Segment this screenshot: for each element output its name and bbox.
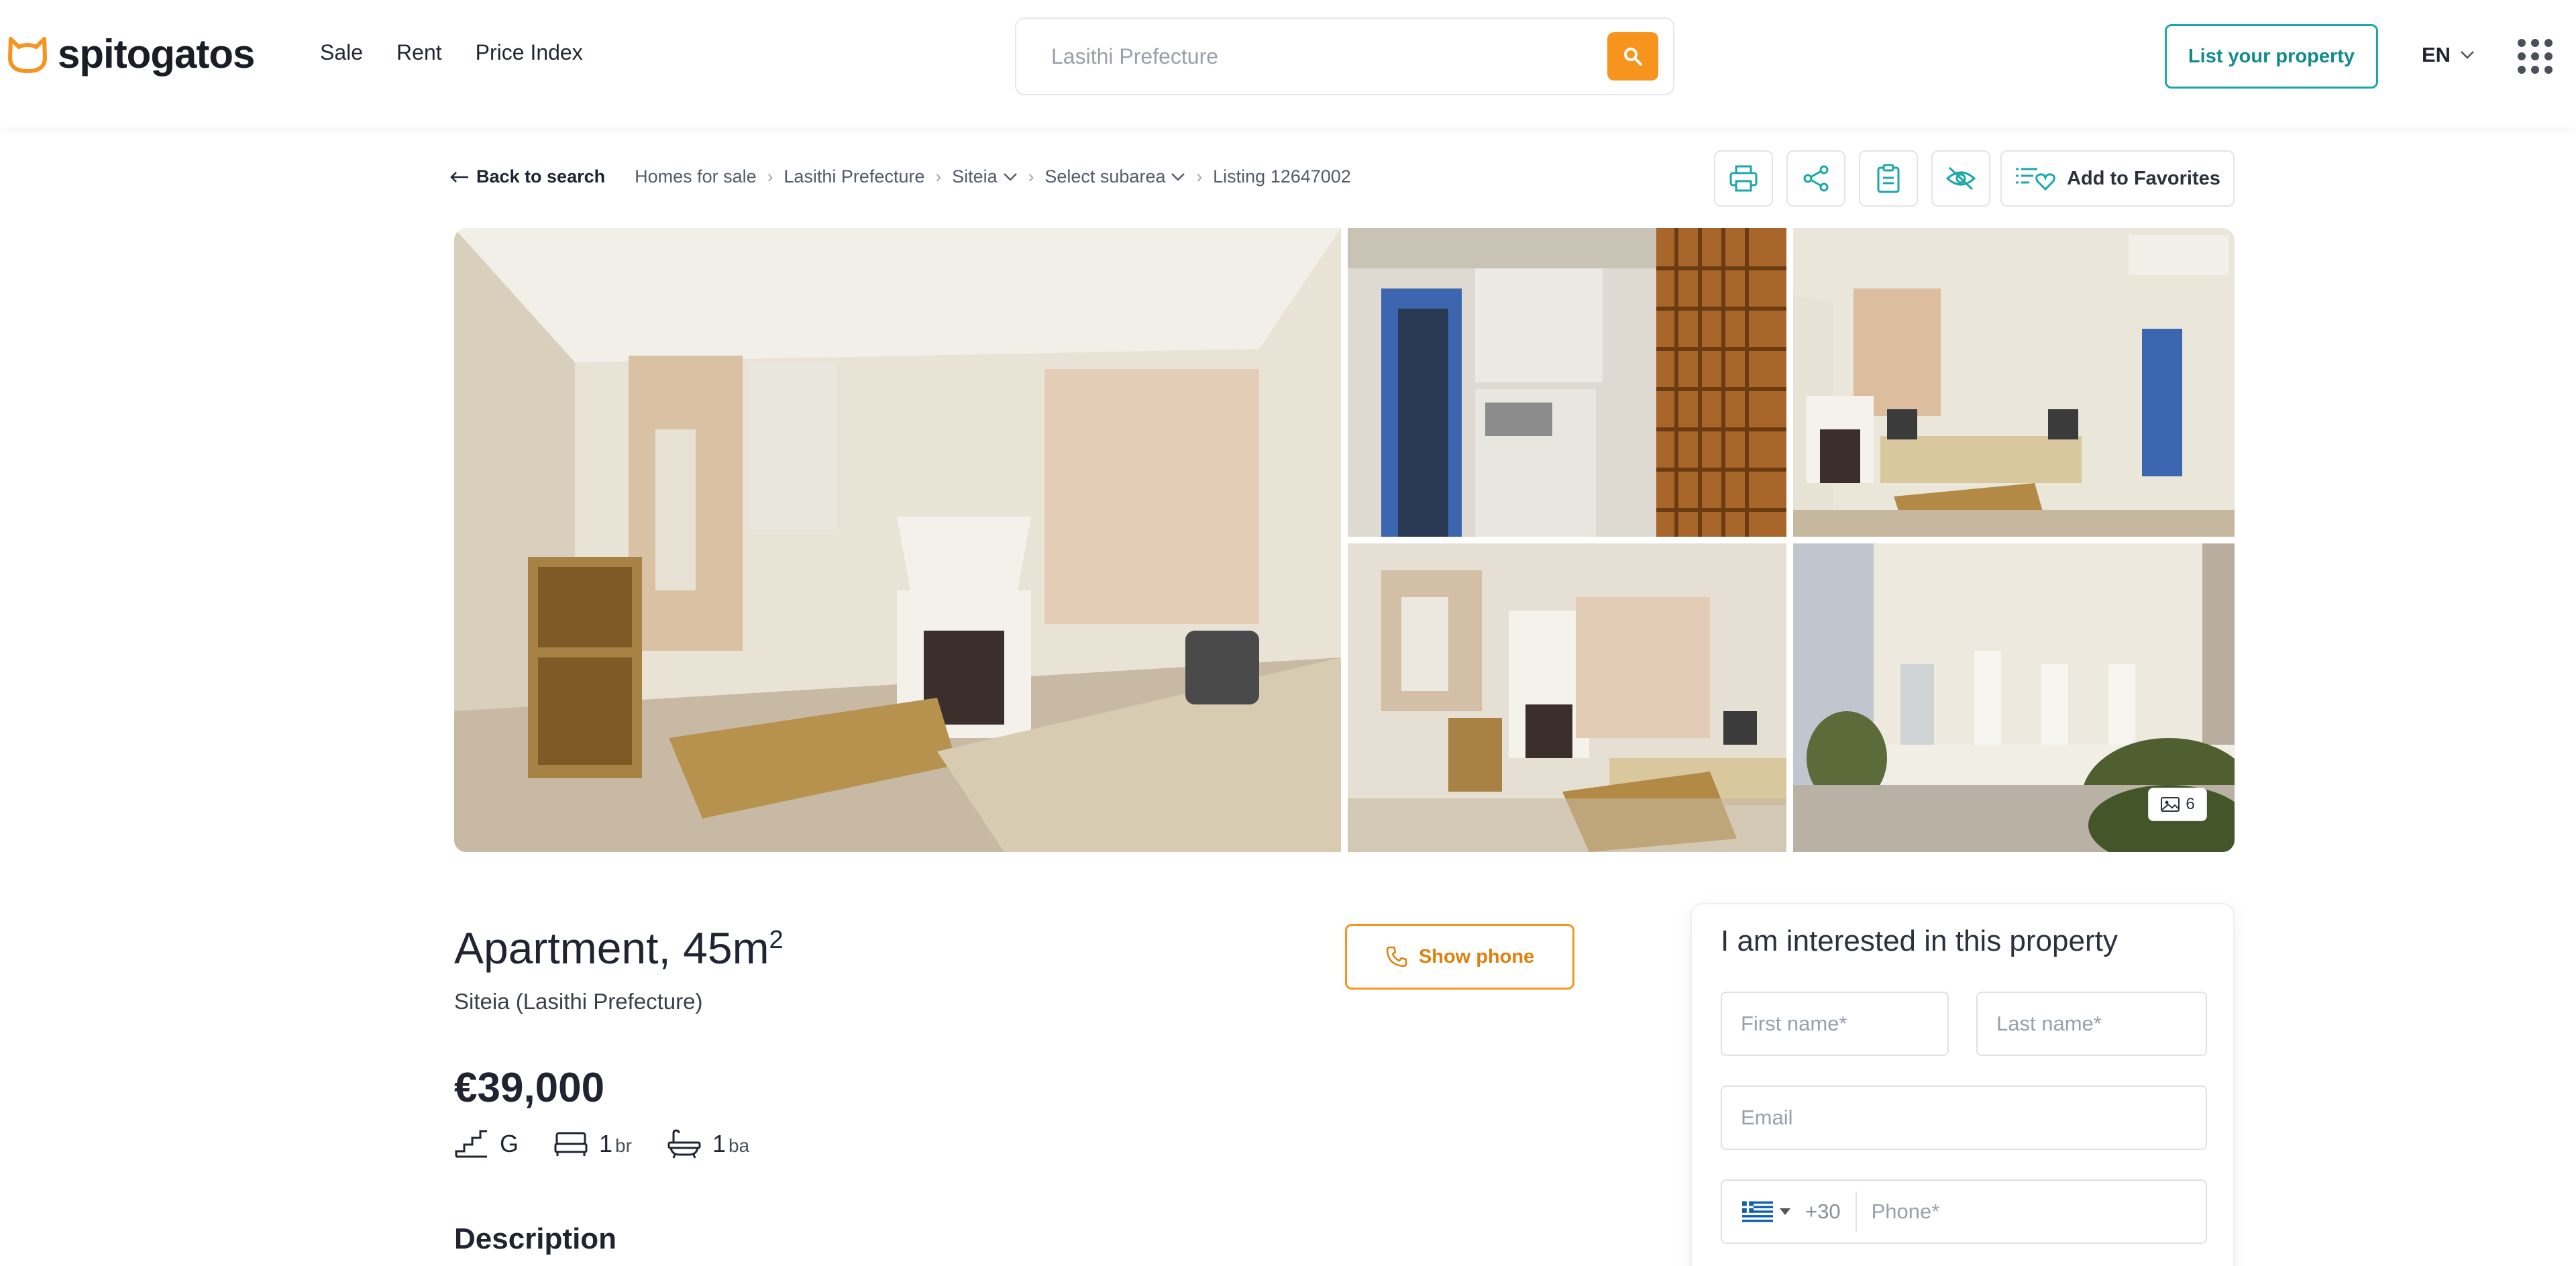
bathrooms-unit: ba [728, 1135, 750, 1156]
language-selector[interactable]: EN [2422, 43, 2475, 67]
country-code: +30 [1805, 1192, 1857, 1232]
hide-listing-button[interactable] [1931, 150, 1990, 207]
description-heading: Description [454, 1222, 617, 1255]
brand-name: spitogatos [58, 32, 255, 76]
back-to-search-link[interactable]: Back to search [449, 166, 605, 187]
bathrooms-value: 1 [712, 1130, 726, 1157]
breadcrumb-listing: Listing 12647002 [1213, 166, 1351, 187]
logo[interactable]: spitogatos [7, 31, 255, 77]
listing-location: Siteia (Lasithi Prefecture) [454, 989, 703, 1014]
listing-title: Apartment, 45m2 [454, 922, 784, 973]
listing-price: €39,000 [454, 1065, 605, 1111]
image-icon [2161, 797, 2180, 812]
breadcrumb-subarea-label: Select subarea [1044, 166, 1166, 187]
nav-price-index[interactable]: Price Index [476, 40, 583, 65]
chevron-down-icon [1171, 172, 1185, 181]
language-label: EN [2422, 43, 2451, 66]
notes-button[interactable] [1859, 150, 1918, 207]
listing-tools [1714, 150, 1990, 207]
bathtub-icon [667, 1129, 701, 1159]
show-phone-label: Show phone [1418, 945, 1535, 967]
chevron-down-icon [2461, 51, 2474, 59]
search-icon [1624, 48, 1642, 66]
phone-icon [1386, 946, 1407, 967]
chevron-right-icon: › [767, 166, 773, 187]
eye-off-icon [1945, 166, 1976, 191]
caret-down-icon[interactable] [1780, 1208, 1790, 1215]
add-to-favorites-button[interactable]: Add to Favorites [2000, 150, 2235, 207]
favorites-label: Add to Favorites [2067, 167, 2220, 189]
breadcrumb-siteia-label: Siteia [952, 166, 998, 187]
photo-count: 6 [2186, 795, 2195, 813]
first-name-field[interactable]: First name* [1721, 992, 1949, 1056]
list-heart-icon [2016, 168, 2055, 191]
floor-value: G [500, 1130, 519, 1157]
site-header: spitogatos Sale Rent Price Index Lasithi… [0, 0, 2576, 127]
breadcrumb-siteia[interactable]: Siteia [952, 166, 1018, 187]
share-icon [1803, 165, 1829, 192]
breadcrumb-homes-for-sale[interactable]: Homes for sale [635, 166, 757, 187]
contact-heading: I am interested in this property [1721, 925, 2118, 957]
kitchen-image [1348, 228, 1786, 537]
breadcrumb: Back to search Homes for sale › Lasithi … [449, 166, 1351, 187]
nav-rent[interactable]: Rent [396, 40, 442, 65]
chevron-right-icon: › [935, 166, 942, 187]
print-icon [1729, 165, 1758, 192]
photo-count-badge[interactable]: 6 [2148, 788, 2207, 821]
search-input[interactable]: Lasithi Prefecture [1051, 44, 1218, 69]
breadcrumb-subarea[interactable]: Select subarea [1044, 166, 1185, 187]
bedrooms-value: 1 [599, 1130, 613, 1157]
sitting-room-image [1793, 228, 2235, 537]
phone-input[interactable]: Phone* [1872, 1200, 1940, 1224]
search-button[interactable] [1607, 32, 1658, 81]
listing-title-text: Apartment, 45m [454, 923, 769, 973]
main-nav: Sale Rent Price Index [320, 40, 583, 65]
share-button[interactable] [1786, 150, 1845, 207]
last-name-field[interactable]: Last name* [1976, 992, 2207, 1056]
room-view-photo[interactable] [1348, 543, 1786, 852]
chevron-down-icon [1003, 172, 1017, 181]
print-button[interactable] [1714, 150, 1773, 207]
contact-form: I am interested in this property First n… [1690, 903, 2235, 1266]
back-label: Back to search [476, 166, 606, 187]
listing-features: G 1 br 1 ba [454, 1129, 749, 1159]
living-room-photo [454, 228, 1341, 852]
sitting-room-photo[interactable] [1793, 228, 2235, 537]
chevron-right-icon: › [1196, 166, 1203, 187]
phone-field-group: +30 Phone* [1721, 1179, 2207, 1244]
show-phone-button[interactable]: Show phone [1345, 924, 1574, 990]
listing-title-sup: 2 [769, 926, 784, 954]
floor-feature: G [454, 1129, 519, 1159]
bathrooms-feature: 1 ba [667, 1129, 749, 1159]
main-photo[interactable] [454, 228, 1341, 852]
bed-icon [554, 1132, 588, 1156]
apps-menu-icon[interactable] [2518, 39, 2553, 74]
room-view-image [1348, 543, 1786, 852]
greece-flag-icon[interactable] [1742, 1200, 1773, 1223]
stairs-icon [455, 1130, 487, 1158]
list-property-button[interactable]: List your property [2165, 24, 2378, 89]
email-field[interactable]: Email [1721, 1086, 2207, 1150]
clipboard-icon [1877, 164, 1900, 193]
breadcrumb-lasithi[interactable]: Lasithi Prefecture [784, 166, 924, 187]
bedrooms-unit: br [615, 1135, 632, 1156]
search-bar[interactable]: Lasithi Prefecture [1015, 17, 1674, 95]
cat-logo-icon [8, 36, 47, 73]
arrow-left-icon [450, 171, 468, 182]
chevron-right-icon: › [1028, 166, 1034, 187]
bedrooms-feature: 1 br [553, 1129, 632, 1159]
kitchen-photo[interactable] [1348, 228, 1786, 537]
nav-sale[interactable]: Sale [320, 40, 363, 65]
